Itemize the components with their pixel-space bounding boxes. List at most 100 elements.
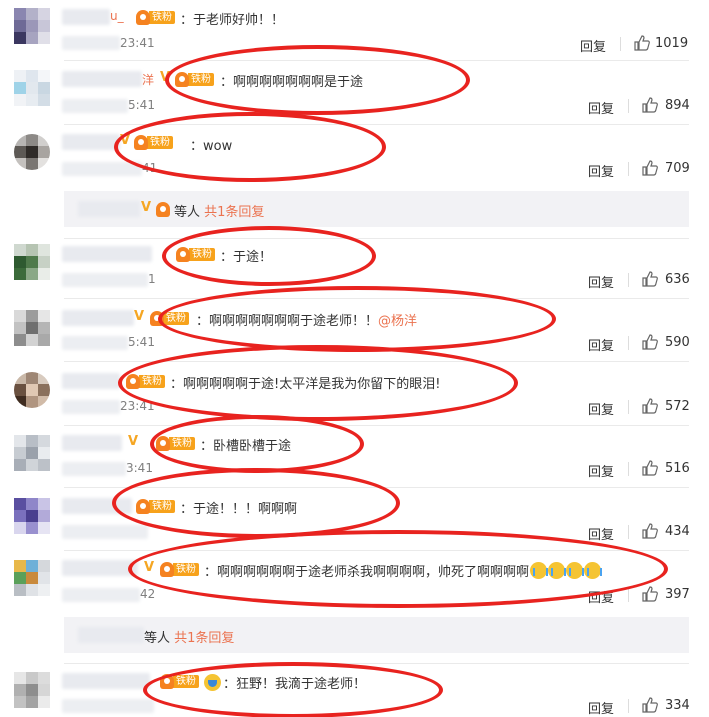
user-name[interactable]: 洋 bbox=[142, 71, 154, 88]
separator bbox=[64, 487, 689, 488]
user-name-blurred[interactable] bbox=[62, 71, 142, 87]
like-thumb-icon[interactable] bbox=[642, 334, 658, 350]
like-thumb-icon[interactable] bbox=[634, 35, 650, 51]
reply-button[interactable]: 回复 bbox=[588, 399, 614, 418]
separator bbox=[64, 298, 689, 299]
comment-body: 狂野！我滴于途老师！ bbox=[236, 677, 367, 692]
time-blurred bbox=[62, 699, 154, 713]
user-name-blurred[interactable] bbox=[62, 560, 138, 576]
avatar[interactable] bbox=[14, 310, 50, 346]
fan-heart-icon bbox=[160, 674, 174, 689]
user-name-blurred[interactable] bbox=[62, 673, 150, 689]
fan-badge: 铁粉 bbox=[160, 674, 199, 689]
reply-button[interactable]: 回复 bbox=[588, 98, 614, 117]
fan-badge: 铁粉 bbox=[176, 247, 215, 262]
like-thumb-icon[interactable] bbox=[642, 586, 658, 602]
reply-button[interactable]: 回复 bbox=[588, 524, 614, 543]
reply-button[interactable]: 回复 bbox=[588, 587, 614, 606]
reply-button[interactable]: 回复 bbox=[588, 161, 614, 180]
user-name[interactable]: u_ bbox=[110, 9, 124, 23]
verified-v-icon: V bbox=[128, 434, 139, 449]
reply-button[interactable]: 回复 bbox=[588, 461, 614, 480]
like-thumb-icon[interactable] bbox=[642, 271, 658, 287]
like-thumb-icon[interactable] bbox=[642, 97, 658, 113]
like-count: 590 bbox=[665, 335, 690, 350]
avatar[interactable] bbox=[14, 435, 50, 471]
like-count: 894 bbox=[665, 98, 690, 113]
comment-text: ：于途！ bbox=[220, 250, 273, 265]
avatar[interactable] bbox=[14, 672, 50, 708]
user-name-blurred[interactable] bbox=[62, 310, 134, 326]
like-count: 516 bbox=[665, 461, 690, 476]
comment-text: ：卧槽卧槽于途 bbox=[200, 439, 292, 454]
avatar[interactable] bbox=[14, 70, 50, 106]
reply-button[interactable]: 回复 bbox=[580, 36, 606, 55]
avatar[interactable] bbox=[14, 8, 50, 44]
time-blurred bbox=[62, 162, 142, 176]
comment-time: 5:41 bbox=[128, 335, 155, 349]
time-blurred bbox=[62, 336, 128, 350]
view-replies-link[interactable]: 共1条回复 bbox=[204, 205, 264, 220]
time-blurred bbox=[62, 462, 126, 476]
fan-badge: 铁粉 bbox=[160, 562, 199, 577]
verified-v-icon: V bbox=[144, 560, 155, 575]
time-blurred bbox=[62, 400, 120, 414]
comment-time: 5:41 bbox=[128, 98, 155, 112]
fan-badge: 铁粉 bbox=[156, 436, 195, 451]
avatar[interactable] bbox=[14, 498, 50, 534]
crying-emoji-icon bbox=[548, 562, 567, 579]
mention-link[interactable]: @杨洋 bbox=[378, 314, 417, 329]
avatar[interactable] bbox=[14, 134, 50, 170]
like-thumb-icon[interactable] bbox=[642, 460, 658, 476]
reply-button[interactable]: 回复 bbox=[588, 272, 614, 291]
view-replies-link[interactable]: 共1条回复 bbox=[174, 631, 234, 646]
user-name-blurred[interactable] bbox=[62, 9, 110, 25]
comment-text: ：啊啊啊啊啊啊于途老师杀我啊啊啊啊，帅死了啊啊啊啊 bbox=[204, 561, 603, 580]
divider bbox=[628, 400, 629, 414]
divider bbox=[628, 336, 629, 350]
avatar[interactable] bbox=[14, 244, 50, 280]
user-name-blurred[interactable] bbox=[78, 627, 144, 643]
fan-heart-icon bbox=[150, 311, 164, 326]
fan-heart-icon bbox=[136, 10, 150, 25]
user-name-blurred[interactable] bbox=[62, 134, 120, 150]
fan-badge: 铁粉 bbox=[136, 10, 175, 25]
fan-heart-icon bbox=[126, 374, 140, 389]
fan-badge: 铁粉 bbox=[136, 499, 175, 514]
crying-emoji-icon bbox=[566, 562, 585, 579]
reply-button[interactable]: 回复 bbox=[588, 698, 614, 717]
like-thumb-icon[interactable] bbox=[642, 160, 658, 176]
comment-time: 3:41 bbox=[126, 461, 153, 475]
comment-time: 23:41 bbox=[120, 36, 155, 50]
avatar[interactable] bbox=[14, 372, 50, 408]
divider bbox=[628, 588, 629, 602]
comment-body: ：啊啊啊啊啊啊于途老师杀我啊啊啊啊，帅死了啊啊啊啊 bbox=[204, 565, 530, 580]
separator bbox=[64, 238, 689, 239]
reply-button[interactable]: 回复 bbox=[588, 335, 614, 354]
time-blurred bbox=[62, 525, 148, 539]
time-blurred bbox=[62, 99, 128, 113]
user-name-blurred[interactable] bbox=[62, 435, 122, 451]
like-count: 334 bbox=[665, 698, 690, 713]
fan-heart-icon bbox=[156, 202, 170, 217]
like-thumb-icon[interactable] bbox=[642, 398, 658, 414]
verified-v-icon: V bbox=[134, 309, 145, 324]
comment-text: ：狂野！我滴于途老师！ bbox=[204, 673, 366, 692]
user-name-blurred[interactable] bbox=[62, 246, 152, 262]
user-name-blurred[interactable] bbox=[62, 373, 120, 389]
comment-text: ：于老师好帅！！ bbox=[180, 13, 285, 28]
verified-v-icon: V bbox=[141, 200, 152, 215]
user-name-blurred[interactable] bbox=[78, 201, 140, 217]
user-name-blurred[interactable] bbox=[62, 498, 132, 514]
like-thumb-icon[interactable] bbox=[642, 523, 658, 539]
like-count: 709 bbox=[665, 161, 690, 176]
like-thumb-icon[interactable] bbox=[642, 697, 658, 713]
comment-body: ：啊啊啊啊啊啊啊于途老师！！ bbox=[196, 314, 379, 329]
sub-reply-others: 等人 bbox=[174, 205, 201, 220]
sub-reply-summary: 等人 共1条回复 bbox=[144, 627, 234, 646]
verified-v-icon: V bbox=[160, 70, 171, 85]
separator bbox=[64, 124, 689, 125]
fan-heart-icon bbox=[176, 247, 190, 262]
avatar[interactable] bbox=[14, 560, 50, 596]
comment-text: ：啊啊啊啊啊啊啊是于途 bbox=[220, 75, 364, 90]
